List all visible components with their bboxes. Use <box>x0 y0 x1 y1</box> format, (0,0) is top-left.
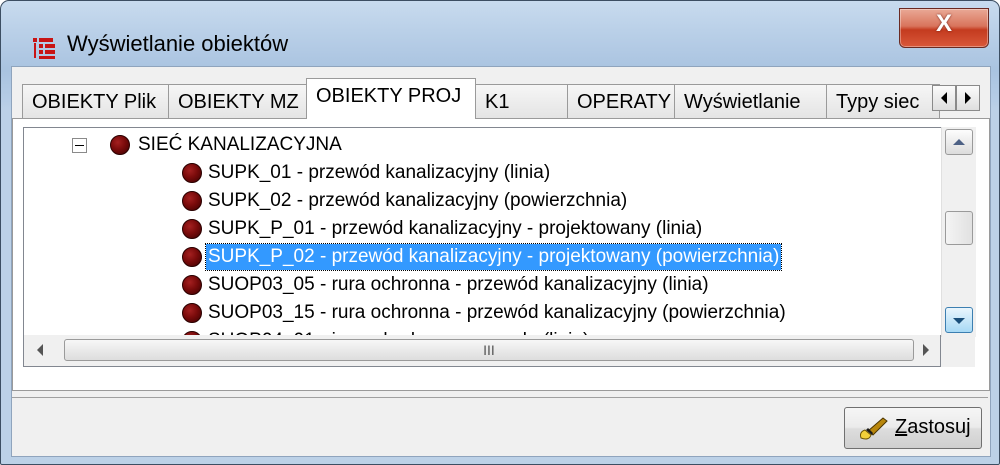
tree-item[interactable]: SUPK_P_01 - przewód kanalizacyjny - proj… <box>24 216 924 242</box>
horizontal-scrollbar[interactable]: III <box>23 335 941 367</box>
tab-obiekty-proj[interactable]: OBIEKTY PROJ <box>306 78 476 119</box>
arrow-right-icon <box>965 92 971 104</box>
tab-label: Typy siec <box>836 91 920 113</box>
tree-node-siec-kanalizacyjna[interactable]: SIEĆ KANALIZACYJNA <box>24 132 924 158</box>
layer-bullet-icon <box>182 163 202 183</box>
tab-label: OPERATY <box>577 91 672 113</box>
tab-obiekty-mz[interactable]: OBIEKTY MZ <box>168 84 307 118</box>
tree-item-label: SUPK_P_02 - przewód kanalizacyjny - proj… <box>204 243 783 271</box>
tab-bar: OBIEKTY Plik OBIEKTY MZ OBIEKTY PROJ K1 … <box>12 75 990 119</box>
scrollbar-corner <box>941 337 975 367</box>
tree-item[interactable]: SUPK_01 - przewód kanalizacyjny (linia) <box>24 160 924 186</box>
dialog-client-area: OBIEKTY Plik OBIEKTY MZ OBIEKTY PROJ K1 … <box>11 66 991 457</box>
collapse-icon[interactable] <box>72 138 87 153</box>
apply-button[interactable]: Zastosuj <box>844 407 982 449</box>
tab-scroll-right-button[interactable] <box>956 85 980 111</box>
tree-item-label: SUPK_01 - przewód kanalizacyjny (linia) <box>208 162 551 183</box>
tree-item-selected[interactable]: SUPK_P_02 - przewód kanalizacyjny - proj… <box>24 243 924 271</box>
layer-bullet-icon <box>182 247 202 267</box>
tab-label: K1 <box>485 91 510 113</box>
tree-item-label: SUOP03_05 - rura ochronna - przewód kana… <box>208 274 709 295</box>
app-icon <box>33 38 55 59</box>
layer-bullet-icon <box>110 135 130 155</box>
layer-bullet-icon <box>182 191 202 211</box>
tab-label: OBIEKTY PROJ <box>316 85 462 107</box>
hscroll-thumb[interactable]: III <box>64 339 914 361</box>
window-title: Wyświetlanie obiektów <box>67 31 289 56</box>
tree-item-label: SUPK_02 - przewód kanalizacyjny (powierz… <box>208 190 628 211</box>
tab-label: OBIEKTY Plik <box>32 91 157 113</box>
tab-typy-sieci[interactable]: Typy siec <box>826 84 940 118</box>
close-icon: X <box>935 10 952 37</box>
tab-label: Wyświetlanie <box>684 91 801 113</box>
arrow-down-icon <box>953 318 965 324</box>
layer-bullet-icon <box>182 219 202 239</box>
tab-label: OBIEKTY MZ <box>178 91 299 113</box>
arrow-up-icon <box>953 139 965 145</box>
layer-bullet-icon <box>182 275 202 295</box>
dialog-window: Wyświetlanie obiektów X OBIEKTY Plik OBI… <box>0 0 1000 465</box>
tree-item-label: SUOP03_15 - rura ochronna - przewód kana… <box>208 302 786 323</box>
tree-item[interactable]: SUOP03_05 - rura ochronna - przewód kana… <box>24 272 924 298</box>
paintbrush-icon <box>860 417 888 440</box>
tab-page-obiekty-proj: SIEĆ KANALIZACYJNA SUPK_01 - przewód kan… <box>12 118 990 391</box>
grip-icon: III <box>483 342 495 358</box>
arrow-left-icon[interactable] <box>36 344 44 356</box>
apply-button-label: Zastosuj <box>895 416 971 438</box>
tab-obiekty-plik[interactable]: OBIEKTY Plik <box>22 84 169 118</box>
tab-scroll-left-button[interactable] <box>932 85 956 111</box>
scroll-up-button[interactable] <box>945 129 973 155</box>
object-tree[interactable]: SIEĆ KANALIZACYJNA SUPK_01 - przewód kan… <box>23 127 943 337</box>
scroll-down-button[interactable] <box>945 307 973 333</box>
vertical-scrollbar[interactable] <box>941 127 976 337</box>
tree-item[interactable]: SUOP03_15 - rura ochronna - przewód kana… <box>24 300 924 326</box>
layer-bullet-icon <box>182 303 202 323</box>
arrow-right-icon[interactable] <box>922 344 930 356</box>
button-panel: Zastosuj <box>12 397 988 456</box>
scroll-thumb[interactable] <box>945 211 973 245</box>
close-button[interactable]: X <box>899 8 989 48</box>
tree-item-label: SUPK_P_01 - przewód kanalizacyjny - proj… <box>208 218 703 239</box>
tab-k1[interactable]: K1 <box>475 84 568 118</box>
tree-node-label: SIEĆ KANALIZACYJNA <box>138 134 342 155</box>
arrow-left-icon <box>941 92 947 104</box>
tab-operaty[interactable]: OPERATY <box>567 84 675 118</box>
tab-wyswietlanie[interactable]: Wyświetlanie <box>674 84 827 118</box>
tree-item[interactable]: SUPK_02 - przewód kanalizacyjny (powierz… <box>24 188 924 214</box>
